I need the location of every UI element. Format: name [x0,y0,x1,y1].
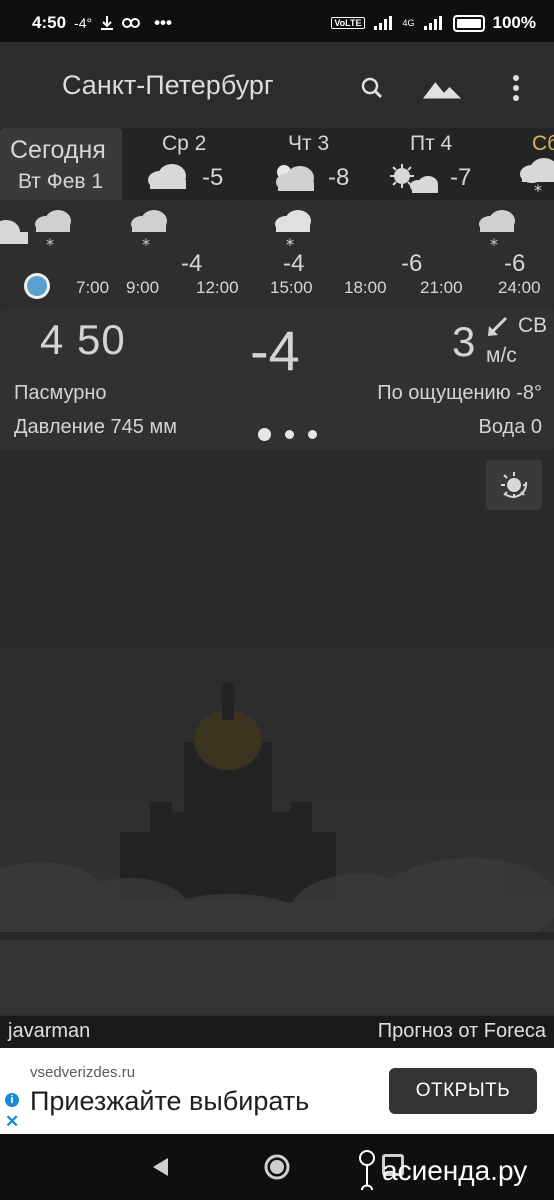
hour-temp: -6 [401,250,423,277]
water-temp-text: Вода 0 [478,416,543,438]
page-dot-active [258,428,271,441]
app-header: Санкт-Петербург [0,42,554,128]
status-bar: 4:50 -4° ••• VoLTE 4G 100% [0,0,554,42]
volte-icon: VoLTE [331,17,365,29]
condition-text: Пасмурно [14,382,107,404]
pressure-text: Давление 745 мм [14,416,177,438]
feels-like-text: По ощущению -8° [377,382,542,404]
current-temperature: -4 [250,319,300,382]
hour-time: 21:00 [420,278,463,297]
more-vert-icon [513,75,519,101]
signal-icon [373,16,392,30]
day-wed[interactable]: Ср 2 -5 [140,128,250,200]
wind-speed: 3 [452,318,476,365]
cloud-icon [0,220,28,244]
menu-button[interactable] [496,68,536,108]
battery-icon [452,14,485,32]
search-icon [361,77,383,99]
network-type: 4G [402,18,415,28]
wind-direction: СВ [518,314,548,337]
page-dot [285,430,294,439]
ad-domain: vsedverizdes.ru [30,1064,136,1081]
day-date: Вт Фев 1 [18,170,104,193]
day-strip: Сегодня Вт Фев 1 Ср 2 -5 Чт 3 -8 Пт 4 -7… [0,128,554,200]
ad-open-button[interactable]: ОТКРЫТЬ [389,1068,537,1114]
sun-moon-button[interactable] [486,460,542,510]
snow-cloud-icon: * [479,210,515,252]
hour-time: 9:00 [126,278,160,297]
day-label: Сегодня [10,136,106,164]
credits-bar: javarman Прогноз от Foreca [0,1016,554,1048]
background-button[interactable] [422,68,462,108]
hour-temp: -6 [504,250,526,277]
day-thu[interactable]: Чт 3 -8 [266,128,376,200]
watermark-text: асиенда.ру [382,1155,528,1186]
hour-time: 18:00 [344,278,387,297]
search-button[interactable] [352,68,392,108]
home-icon[interactable] [264,1154,290,1180]
hour-time: 7:00 [76,278,110,297]
day-today[interactable]: Сегодня Вт Фев 1 [0,128,122,200]
link-icon [122,18,141,28]
download-icon [101,16,114,30]
landscape-icon [422,82,462,99]
hour-time: 12:00 [196,278,239,297]
hourly-forecast[interactable]: * * * * -4 -4 -6 -6 7:00 9:00 12:00 15:0… [0,200,554,300]
ad-headline[interactable]: Приезжайте выбирать [30,1086,309,1117]
sun-cloud-icon [390,164,438,193]
watermark-logo-icon [359,1150,375,1191]
hour-time: 24:00 [498,278,541,297]
svg-text:*: * [534,181,542,198]
svg-text:*: * [46,235,54,252]
signal-icon-2 [423,16,442,30]
hour-temp: -4 [283,250,305,277]
svg-text:*: * [142,235,150,252]
system-nav-bar: асиенда.ру [0,1134,554,1200]
city-title[interactable]: Санкт-Петербург [62,70,274,101]
day-temp: -5 [202,164,224,191]
ad-info-icon[interactable]: i [5,1093,19,1107]
photo-author[interactable]: javarman [8,1020,90,1043]
snow-cloud-icon: * [35,210,71,252]
temp-badge: -4° [74,15,93,31]
wind-unit: м/с [486,344,517,367]
page-indicator[interactable] [258,428,317,441]
forecast-provider[interactable]: Прогноз от Foreca [378,1020,546,1043]
snow-cloud-icon: * [275,210,311,252]
svg-text:*: * [490,235,498,252]
snow-cloud-icon: * [520,158,554,198]
current-time: 4 50 [40,316,126,363]
current-time-marker [27,276,47,296]
snow-cloud-icon: * [131,210,167,252]
day-fri[interactable]: Пт 4 -7 [388,128,498,200]
more-notifications-icon: ••• [154,13,172,32]
day-label: Пт 4 [410,132,453,155]
current-conditions-panel[interactable]: 4 50 -4 3 СВ м/с Пасмурно По ощущению -8… [0,308,554,450]
ad-close-icon[interactable]: ✕ [5,1112,19,1132]
hour-time: 15:00 [270,278,313,297]
page-dot [308,430,317,439]
sun-orbit-icon [501,472,528,498]
day-temp: -7 [450,164,472,191]
hour-temp: -4 [181,250,203,277]
day-label: Сб [532,132,554,155]
wind-arrow-icon [488,316,508,336]
day-temp: -8 [328,164,350,191]
day-label: Ср 2 [162,132,207,155]
day-label: Чт 3 [288,132,330,155]
watermark: асиенда.ру [356,1148,527,1194]
cloud-icon [148,164,186,189]
day-sat[interactable]: Сб * [516,128,554,200]
battery-percent: 100% [492,13,536,32]
back-icon[interactable] [150,1156,170,1178]
ad-banner[interactable]: i ✕ vsedverizdes.ru Приезжайте выбирать … [0,1048,554,1134]
partly-cloudy-icon [276,165,314,191]
status-time: 4:50 [32,13,67,32]
